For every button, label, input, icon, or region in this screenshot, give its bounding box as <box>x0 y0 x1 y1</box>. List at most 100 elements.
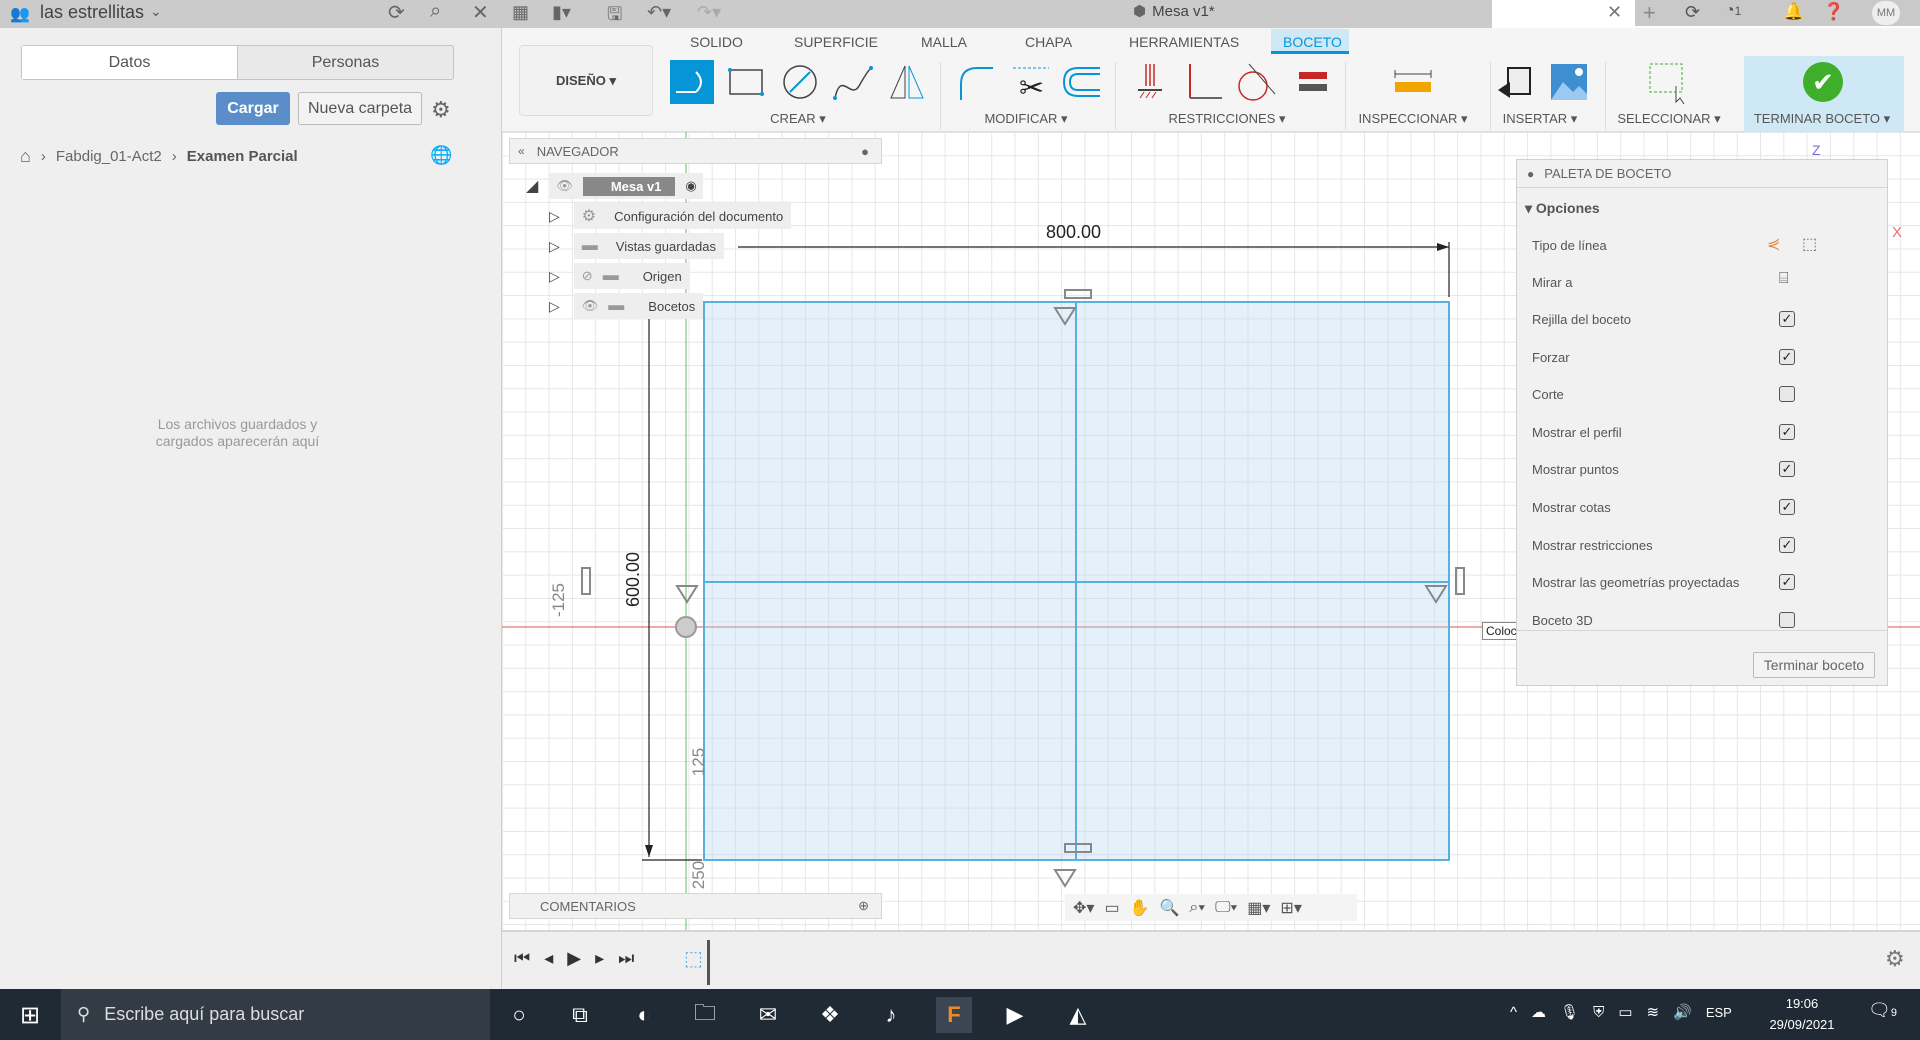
tab-boceto[interactable]: BOCETO <box>1283 34 1342 50</box>
dropbox-icon[interactable]: ❖ <box>812 997 848 1033</box>
clock[interactable]: 19:06 29/09/2021 <box>1762 993 1842 1035</box>
play-icon[interactable]: ▶ <box>567 948 581 969</box>
finish-sketch-palette-button[interactable]: Terminar boceto <box>1753 652 1875 678</box>
taskbar-search[interactable]: ⚲ Escribe aquí para buscar <box>61 989 490 1040</box>
task-view-icon[interactable]: ⧉ <box>562 997 598 1033</box>
width-dimension-label[interactable]: 800.00 <box>1046 222 1101 243</box>
home-icon[interactable]: ⌂ <box>20 146 31 167</box>
tab-superficie[interactable]: SUPERFICIE <box>794 34 878 50</box>
fit-icon[interactable]: ⌕▾ <box>1189 899 1205 917</box>
circle-tool-icon[interactable] <box>778 60 822 104</box>
constraints-menu[interactable]: RESTRICCIONES ▾ <box>1168 111 1285 127</box>
construction-line-icon[interactable]: ⋞ <box>1767 234 1780 254</box>
chevron-down-icon[interactable]: ⌄ <box>150 3 162 20</box>
equal-constraint-icon[interactable] <box>1291 60 1335 104</box>
expand-icon[interactable]: ▷ <box>549 298 560 315</box>
timeline-marker[interactable] <box>707 940 710 985</box>
expand-icon[interactable]: ▷ <box>549 268 560 285</box>
rectangle-tool-icon[interactable] <box>724 60 768 104</box>
new-folder-button[interactable]: Nueva carpeta <box>298 92 422 125</box>
navigator-header[interactable]: « NAVEGADOR ● <box>509 138 882 164</box>
trim-tool-icon[interactable]: ✂ <box>1009 60 1053 105</box>
centerline-icon[interactable]: ⬚ <box>1802 234 1817 254</box>
select-menu[interactable]: SELECCIONAR ▾ <box>1617 111 1720 127</box>
height-dimension-label[interactable]: 600.00 <box>623 552 644 607</box>
offset-tool-icon[interactable] <box>1060 60 1104 104</box>
finish-sketch-menu[interactable]: TERMINAR BOCETO ▾ <box>1754 111 1890 127</box>
coincident-constraint-icon[interactable] <box>1128 60 1172 104</box>
close-tab-icon[interactable]: ✕ <box>1607 2 1622 23</box>
zoom-icon[interactable]: 🔍 <box>1159 898 1179 918</box>
line-tool-icon[interactable] <box>670 60 714 104</box>
notifications-icon[interactable]: 🔔 <box>1783 2 1804 22</box>
extensions-icon[interactable]: ⟳ <box>1685 2 1700 23</box>
collapse-icon[interactable]: « <box>518 144 525 158</box>
tab-solido[interactable]: SOLIDO <box>690 34 743 50</box>
add-comment-icon[interactable]: ⊕ <box>858 898 869 914</box>
create-menu[interactable]: CREAR ▾ <box>770 111 826 127</box>
tiktok-icon[interactable]: ♪ <box>873 997 909 1033</box>
breadcrumb-folder[interactable]: Examen Parcial <box>187 148 298 165</box>
minimize-icon[interactable]: ● <box>861 144 869 159</box>
select-icon[interactable] <box>1646 60 1690 105</box>
modify-menu[interactable]: MODIFICAR ▾ <box>984 111 1067 127</box>
breadcrumb-project[interactable]: Fabdig_01-Act2 <box>56 148 162 165</box>
option-checkbox[interactable]: ✓ <box>1779 536 1795 553</box>
option-checkbox[interactable]: ✓ <box>1779 499 1795 515</box>
volume-icon[interactable]: 🔊 <box>1673 1003 1692 1021</box>
onedrive-icon[interactable]: ☁ <box>1531 1003 1546 1021</box>
option-checkbox[interactable] <box>1779 386 1795 403</box>
look-at-icon[interactable]: ⌸ <box>1779 270 1789 288</box>
spline-tool-icon[interactable] <box>831 60 875 104</box>
mirror-tool-icon[interactable] <box>885 60 929 104</box>
measure-icon[interactable] <box>1391 60 1435 104</box>
search-icon[interactable]: ⌕ <box>430 0 441 23</box>
new-tab-icon[interactable]: + <box>1643 0 1656 26</box>
option-checkbox[interactable] <box>1779 611 1795 628</box>
option-checkbox[interactable]: ✓ <box>1779 311 1795 327</box>
windows-start-icon[interactable]: ⊞ <box>12 997 48 1033</box>
option-checkbox[interactable]: ✓ <box>1779 461 1795 478</box>
eye-icon[interactable]: 👁 <box>556 178 573 194</box>
tree-item[interactable]: ▷ 👁 ▬ Bocetos <box>549 293 704 319</box>
last-step-icon[interactable]: ⏭ <box>618 948 634 969</box>
undo-icon[interactable]: ↶▾ <box>647 2 671 23</box>
battery-icon[interactable]: ▭ <box>1618 1003 1632 1021</box>
insert-canvas-icon[interactable] <box>1547 60 1591 104</box>
edge-icon[interactable]: ◐ <box>626 997 662 1033</box>
tree-item[interactable]: ▷ ▬ Vistas guardadas <box>549 233 724 259</box>
notification-center-icon[interactable]: 🗨9 <box>1868 1000 1897 1021</box>
checkmark-icon[interactable]: ✔ <box>1803 62 1843 102</box>
previous-step-icon[interactable]: ◂ <box>544 948 553 969</box>
mail-icon[interactable]: ✉ <box>750 997 786 1033</box>
insert-derive-icon[interactable] <box>1494 60 1538 104</box>
options-section[interactable]: ▾ Opciones <box>1525 200 1600 217</box>
insert-menu[interactable]: INSERTAR ▾ <box>1503 111 1578 127</box>
security-icon[interactable]: ⛨ <box>1593 1004 1604 1021</box>
gear-icon[interactable]: ⚙ <box>1885 946 1905 972</box>
option-checkbox[interactable]: ✓ <box>1779 348 1795 365</box>
pan-icon[interactable]: ✋ <box>1130 898 1150 918</box>
option-checkbox[interactable]: ✓ <box>1779 574 1795 591</box>
language-indicator[interactable]: ESP <box>1706 1005 1732 1020</box>
help-icon[interactable]: ❓ <box>1823 2 1844 22</box>
expand-icon[interactable]: ◢ <box>526 176 538 196</box>
tree-root[interactable]: ◢ 👁 Mesa v1 ◉ <box>526 173 703 199</box>
eye-icon[interactable]: 👁 <box>582 298 599 314</box>
microphone-icon[interactable]: 🎙 <box>1560 1003 1579 1021</box>
tree-item[interactable]: ▷ ⊘ ▬ Origen <box>549 263 690 289</box>
globe-icon[interactable]: 🌐 <box>430 145 452 166</box>
wifi-icon[interactable]: ≋ <box>1647 1003 1660 1021</box>
workspace-dropdown[interactable]: DISEÑO ▾ <box>519 45 653 116</box>
display-settings-icon[interactable]: 🖵▾ <box>1215 899 1237 917</box>
minimize-icon[interactable]: ● <box>1527 167 1534 181</box>
grid-icon[interactable]: ▦▾ <box>1247 898 1270 918</box>
eye-hidden-icon[interactable]: ⊘ <box>582 268 593 284</box>
zoom-icon[interactable]: ▶ <box>997 997 1033 1033</box>
fillet-tool-icon[interactable] <box>953 60 997 104</box>
fusion-360-icon[interactable]: F <box>936 997 972 1033</box>
show-hidden-icon[interactable]: ^ <box>1510 1004 1517 1021</box>
tab-datos[interactable]: Datos <box>22 46 238 79</box>
gear-icon[interactable]: ⚙ <box>431 97 451 123</box>
comments-header[interactable]: COMENTARIOS ⊕ <box>509 893 882 919</box>
